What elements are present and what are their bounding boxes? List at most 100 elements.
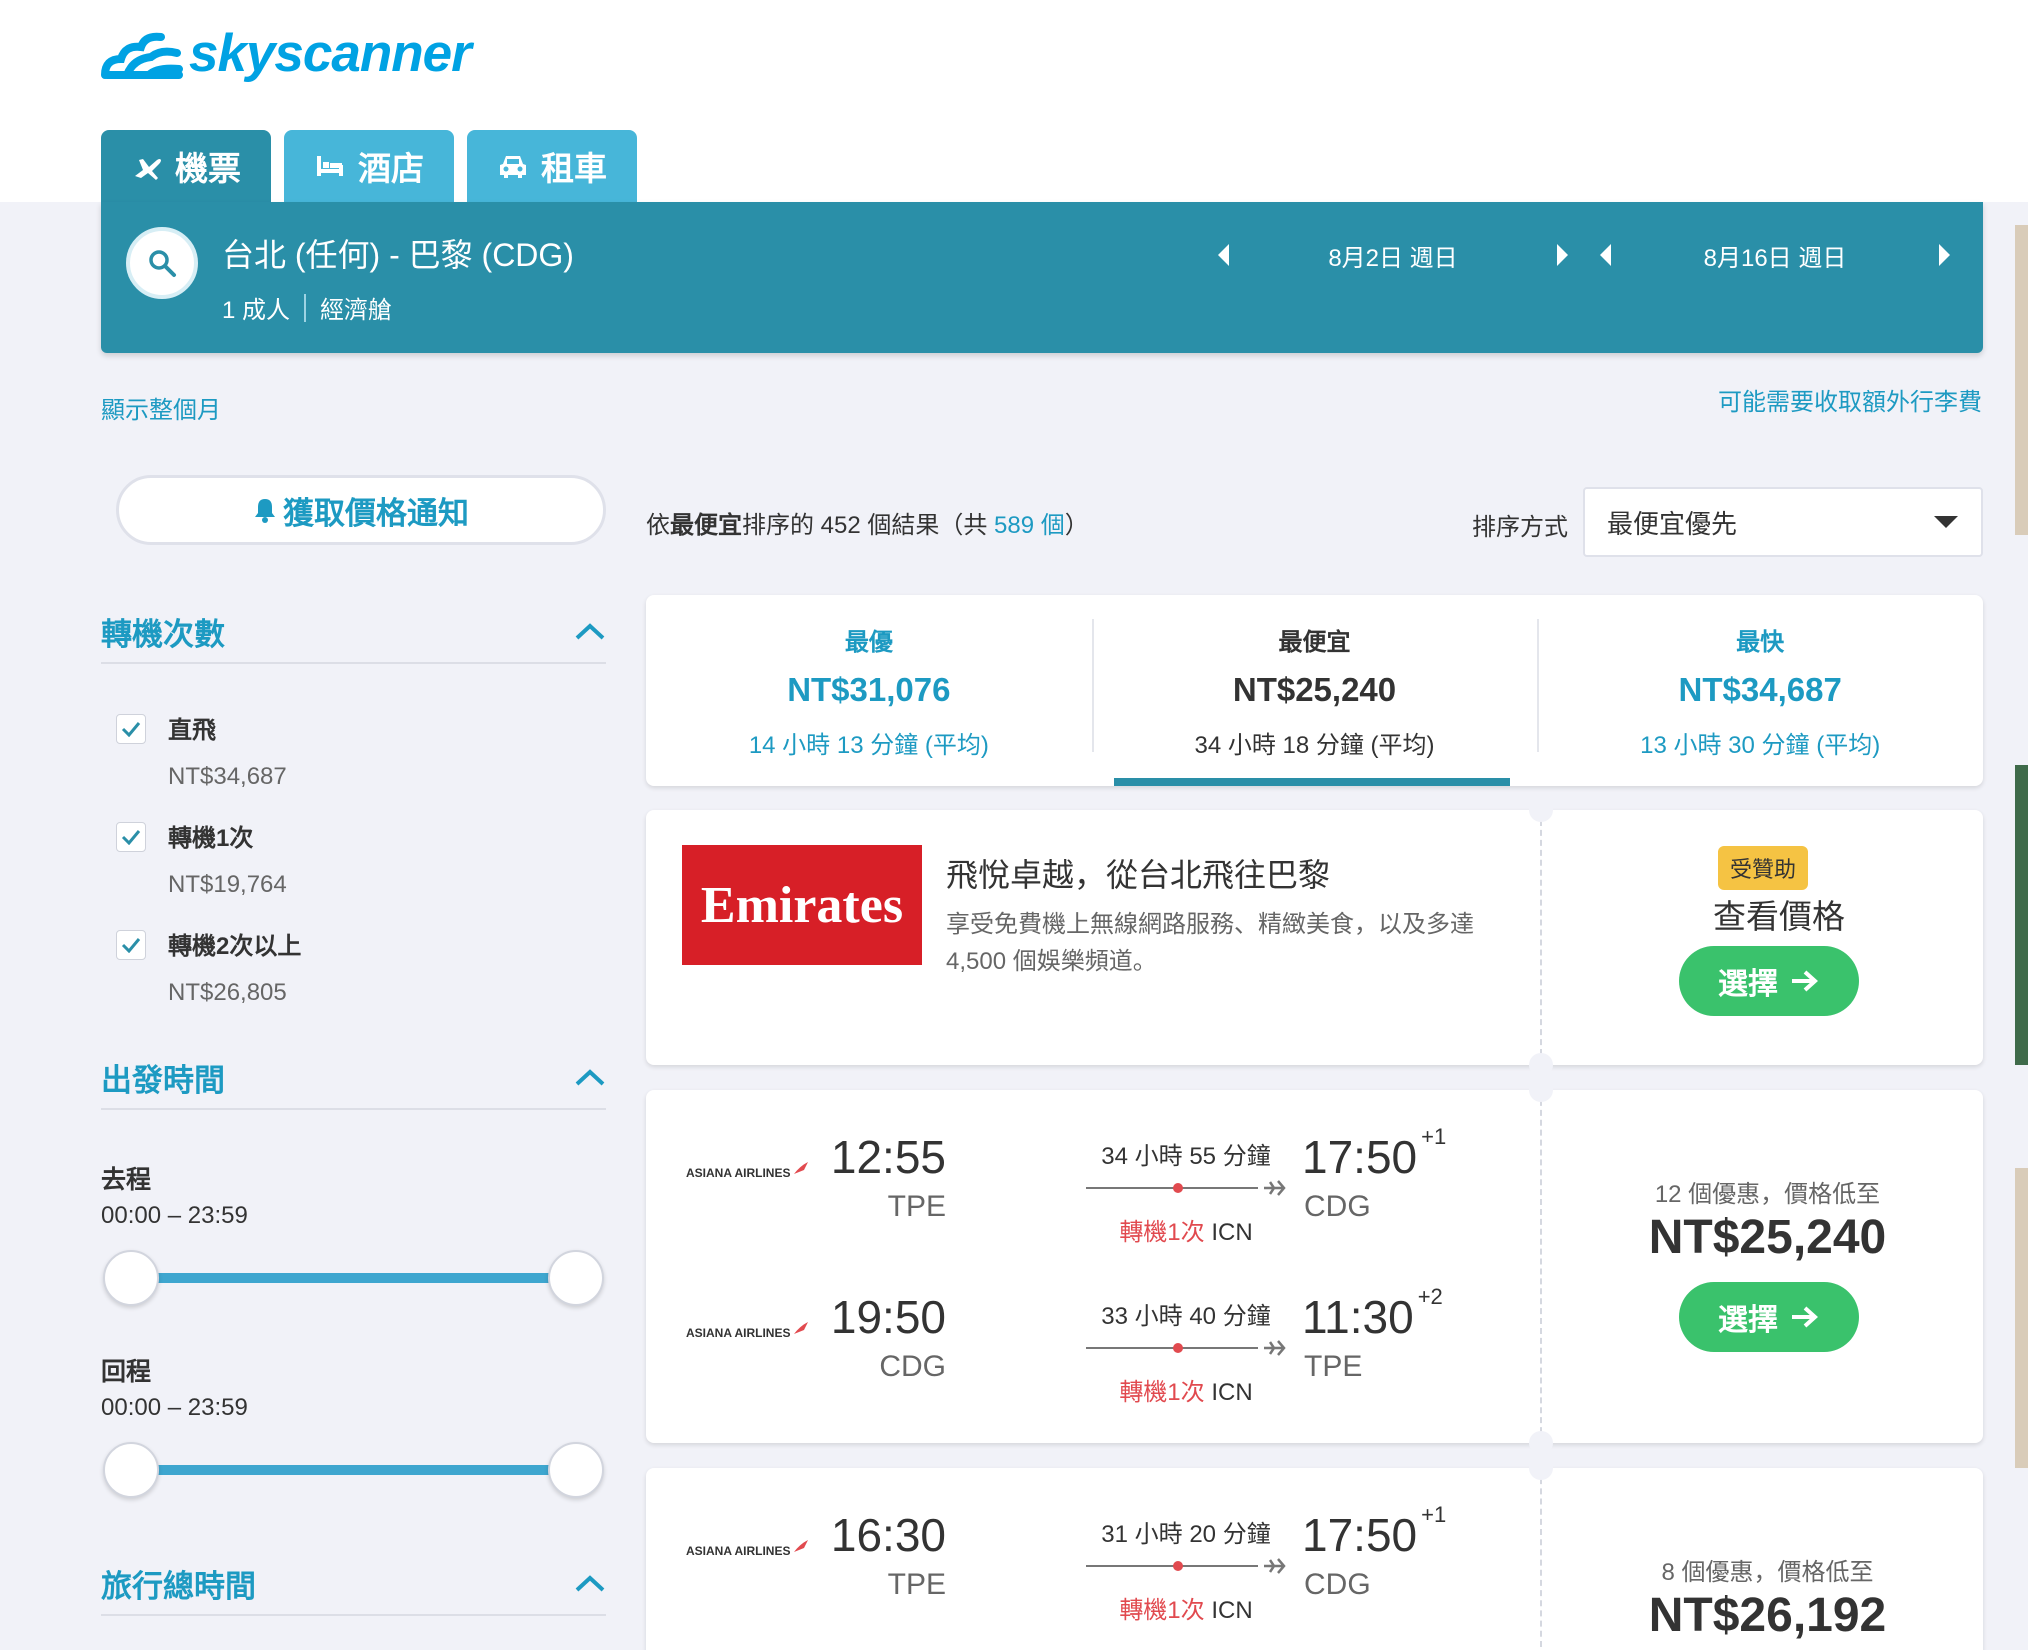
chevron-up-icon[interactable] [574, 1067, 606, 1087]
chevron-down-icon [1934, 516, 1958, 528]
card-notch [1529, 1431, 1553, 1455]
tab-label: 酒店 [358, 150, 424, 187]
passenger-count: 1 成人 [222, 297, 291, 324]
stops-option-label: 轉機2次以上 [168, 933, 302, 960]
flight-result-card[interactable]: ASIANA AIRLINES 16:30 TPE 31 小時 20 分鐘 轉機… [646, 1456, 1983, 1650]
select-label: 選擇 [1718, 1304, 1778, 1337]
top-header: skyscanner 機票 酒店 租車 [0, 0, 2028, 202]
depart-next-button[interactable] [1543, 232, 1583, 278]
emirates-logo: Emirates [682, 845, 922, 965]
stops-option-price: NT$19,764 [168, 871, 287, 898]
asiana-wing-icon [794, 1322, 809, 1334]
summary-cheapest[interactable]: 最便宜 NT$25,240 34 小時 18 分鐘 (平均) [1091, 595, 1538, 786]
journey-duration-filter-header[interactable]: 旅行總時間 [101, 1552, 606, 1616]
chevron-up-icon[interactable] [574, 621, 606, 641]
stop-count: 轉機1次 [1119, 1219, 1205, 1246]
cabin-class: 經濟艙 [320, 297, 393, 324]
asiana-airlines-logo: ASIANA AIRLINES [686, 1322, 810, 1340]
asiana-airlines-logo: ASIANA AIRLINES [686, 1162, 810, 1180]
asiana-wing-icon [794, 1162, 809, 1174]
return-leg: ASIANA AIRLINES 19:50 CDG 33 小時 40 分鐘 轉機… [646, 1284, 1526, 1430]
inbound-time-slider[interactable] [101, 1434, 606, 1504]
sort-dropdown[interactable]: 最便宜優先 [1583, 487, 1983, 557]
chevron-up-icon[interactable] [574, 1573, 606, 1593]
selected-tab-indicator [1114, 778, 1510, 786]
whole-month-link[interactable]: 顯示整個月 [101, 390, 221, 425]
arrival-airport: CDG [1304, 1190, 1371, 1223]
return-next-button[interactable] [1925, 232, 1965, 278]
card-notch [1529, 1078, 1553, 1102]
route-line-stroke [1086, 1347, 1258, 1349]
route-line [1086, 1338, 1286, 1358]
stop-airport: ICN [1211, 1219, 1253, 1246]
one-stop-checkbox[interactable] [116, 822, 146, 852]
ad-cta-text: 查看價格 [1713, 898, 1845, 935]
summary-price: NT$31,076 [787, 671, 951, 708]
stops-option-label: 轉機1次 [168, 825, 254, 852]
arrow-right-icon [1792, 1306, 1818, 1328]
result-prefix: 依 [646, 512, 670, 539]
return-date-picker: 8月16日 週日 [1585, 232, 1965, 278]
stop-count: 轉機1次 [1119, 1597, 1205, 1624]
flight-duration: 31 小時 20 分鐘 [1101, 1521, 1271, 1548]
car-icon [500, 156, 526, 178]
skyscanner-logo[interactable]: skyscanner [101, 18, 472, 88]
plane-icon [135, 159, 161, 180]
stops-option-price: NT$34,687 [168, 763, 287, 790]
card-divider [1540, 810, 1542, 1065]
stop-info: 轉機1次 ICN [1086, 1212, 1286, 1247]
tab-car-hire[interactable]: 租車 [467, 130, 637, 202]
two-plus-stops-checkbox[interactable] [116, 930, 146, 960]
departure-airport: TPE [887, 1190, 946, 1223]
sort-summary-tabs: 最優 NT$31,076 14 小時 13 分鐘 (平均) 最便宜 NT$25,… [646, 595, 1983, 786]
direct-checkbox[interactable] [116, 714, 146, 744]
route-line [1086, 1556, 1286, 1576]
price-alert-label: 獲取價格通知 [283, 495, 469, 531]
route-line [1086, 1178, 1286, 1198]
flight-result-card[interactable]: ASIANA AIRLINES 12:55 TPE 34 小時 55 分鐘 轉機… [646, 1078, 1983, 1455]
sort-value: 最便宜優先 [1607, 508, 1738, 539]
stops-filter-header[interactable]: 轉機次數 [101, 600, 606, 664]
slider-min-handle[interactable] [103, 1250, 159, 1306]
depart-date[interactable]: 8月2日 週日 [1243, 238, 1543, 273]
return-prev-button[interactable] [1585, 232, 1625, 278]
sponsored-ad-card[interactable]: Emirates 飛悅卓越，從台北飛往巴黎 享受免費機上無線網路服務、精緻美食，… [646, 798, 1983, 1077]
slider-max-handle[interactable] [548, 1250, 604, 1306]
stop-airport: ICN [1211, 1597, 1253, 1624]
journey-duration-title: 旅行總時間 [101, 1568, 256, 1604]
plane-icon [1264, 1558, 1286, 1574]
caret-right-icon [1939, 244, 1950, 266]
slider-min-handle[interactable] [103, 1442, 159, 1498]
outbound-leg: ASIANA AIRLINES 16:30 TPE 31 小時 20 分鐘 轉機… [646, 1502, 1526, 1648]
stop-dot [1173, 1561, 1183, 1571]
return-date[interactable]: 8月16日 週日 [1625, 238, 1925, 273]
search-button[interactable] [126, 227, 198, 299]
passenger-cabin-info: 1 成人 經濟艙 [222, 290, 392, 325]
departure-airport: CDG [879, 1350, 946, 1383]
card-notch [1529, 1053, 1553, 1077]
total-results-link[interactable]: 589 個 [994, 512, 1065, 539]
asiana-airlines-logo: ASIANA AIRLINES [686, 1540, 810, 1558]
outbound-time-slider[interactable] [101, 1242, 606, 1312]
flight-select-button[interactable]: 選擇 [1679, 1282, 1859, 1352]
departure-time: 19:50 [830, 1291, 946, 1343]
airline-name: ASIANA AIRLINES [686, 1326, 791, 1340]
result-middle: 排序的 452 個結果（共 [742, 512, 995, 539]
baggage-fees-link[interactable]: 可能需要收取額外行李費 [1718, 382, 1982, 417]
ad-description: 享受免費機上無線網路服務、精緻美食，以及多達 4,500 個娛樂頻道。 [946, 911, 1474, 975]
tab-flights[interactable]: 機票 [101, 130, 271, 202]
ad-select-button[interactable]: 選擇 [1679, 946, 1859, 1016]
slider-max-handle[interactable] [548, 1442, 604, 1498]
summary-best[interactable]: 最優 NT$31,076 14 小時 13 分鐘 (平均) [646, 595, 1092, 786]
bed-icon [317, 156, 343, 176]
price-alert-button[interactable]: 獲取價格通知 [116, 475, 606, 545]
summary-fastest[interactable]: 最快 NT$34,687 13 小時 30 分鐘 (平均) [1537, 595, 1983, 786]
select-label: 選擇 [1718, 968, 1778, 1001]
result-suffix: ） [1064, 512, 1089, 539]
search-summary-bar[interactable]: 台北 (任何) - 巴黎 (CDG) 1 成人 經濟艙 8月2日 週日 8月16… [101, 202, 1983, 353]
depart-prev-button[interactable] [1203, 232, 1243, 278]
departure-times-filter-header[interactable]: 出發時間 [101, 1046, 606, 1110]
bell-icon [255, 499, 275, 523]
tab-hotels[interactable]: 酒店 [284, 130, 454, 202]
stops-option-price: NT$26,805 [168, 979, 287, 1006]
